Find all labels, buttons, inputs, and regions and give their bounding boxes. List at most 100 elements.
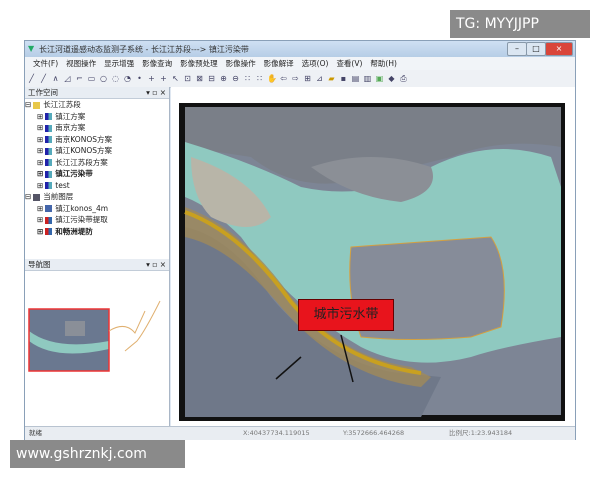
ellipse-tool-icon[interactable]: ◌ <box>111 74 120 83</box>
tree-item-scheme[interactable]: ⊞ 镇江KONOS方案 <box>37 145 169 157</box>
navigator-title: 导航图 <box>28 260 51 269</box>
fixed-zoom-in-icon[interactable]: ∷ <box>243 74 252 83</box>
copy-icon[interactable]: ▥ <box>363 74 372 83</box>
tree-label: 南京KONOS方案 <box>55 134 112 144</box>
layers-icon <box>33 193 41 201</box>
arc-tool-icon[interactable]: ◔ <box>123 74 132 83</box>
tree-label: 长江江苏段方案 <box>55 157 108 167</box>
layer-icon[interactable]: ◆ <box>387 74 396 83</box>
tree-item-scheme[interactable]: ⊞ 长江江苏段方案 <box>37 157 169 169</box>
workspace-panel: 工作空间 ▾ ▫ × ⊟ 长江江苏段 ⊞ 镇江方案 ⊞ 南京方案 ⊞ 南京KONOS方案 … <box>25 87 170 259</box>
map-view[interactable]: 城市污水带 <box>171 87 575 426</box>
tree-root[interactable]: ⊟ 长江江苏段 <box>25 99 169 111</box>
workspace-header: 工作空间 ▾ ▫ × <box>25 87 169 99</box>
tree-layers-root[interactable]: ⊟ 当前图层 <box>25 191 169 203</box>
close-button[interactable]: × <box>545 42 573 56</box>
scheme-icon <box>45 113 53 120</box>
y-coordinate: Y:3572666.464268 <box>343 429 405 437</box>
tree-label: 长江江苏段 <box>43 100 81 109</box>
tree-label: 当前图层 <box>43 192 74 201</box>
x-coordinate: X:40437734.119015 <box>243 429 310 437</box>
print-icon[interactable]: ⎙ <box>399 74 408 83</box>
raster-icon <box>45 205 53 212</box>
window-title: 长江河道遥感动态监测子系统 - 长江江苏段---> 镇江污染带 <box>39 45 249 54</box>
tree-label: 镇江污染带提取 <box>55 215 108 224</box>
zoom-in-icon[interactable]: ⊕ <box>219 74 228 83</box>
menu-enhance[interactable]: 显示增强 <box>104 57 134 70</box>
workspace-title: 工作空间 <box>28 88 58 97</box>
menu-file[interactable]: 文件(F) <box>33 57 58 70</box>
menu-interpret[interactable]: 影像解译 <box>264 57 294 70</box>
title-bar: ▼ 长江河道遥感动态监测子系统 - 长江江苏段---> 镇江污染带 – □ × <box>25 41 575 57</box>
polyline-tool-icon[interactable]: ╱ <box>39 74 48 83</box>
save-icon[interactable]: ▪ <box>339 74 348 83</box>
line-tool-icon[interactable]: ╱ <box>27 74 36 83</box>
identify-icon[interactable]: ⊞ <box>303 74 312 83</box>
pollution-annotation-label: 城市污水带 <box>298 299 394 331</box>
tree-item-scheme[interactable]: ⊞ 南京KONOS方案 <box>37 134 169 146</box>
zoom-out-icon[interactable]: ⊖ <box>231 74 240 83</box>
tree-label: 镇江污染带 <box>55 169 93 178</box>
status-bar: 就绪 X:40437734.119015 Y:3572666.464268 比例… <box>25 426 575 440</box>
navigator-panel: 导航图 ▾ ▫ × <box>25 259 170 426</box>
measure-icon[interactable]: ⊿ <box>315 74 324 83</box>
app-icon: ▼ <box>28 44 35 53</box>
panel-controls[interactable]: ▾ ▫ × <box>146 259 166 270</box>
fit-icon[interactable]: ⊠ <box>195 74 204 83</box>
scale-readout: 比例尺:1:23.943184 <box>449 429 513 437</box>
back-icon[interactable]: ⇦ <box>279 74 288 83</box>
vector-icon <box>45 216 53 224</box>
open-icon[interactable]: ▰ <box>327 74 336 83</box>
menu-view[interactable]: 查看(V) <box>336 57 362 70</box>
scheme-icon <box>45 136 53 143</box>
pan-icon[interactable]: ✋ <box>267 74 277 83</box>
fixed-zoom-out-icon[interactable]: ∷ <box>255 74 264 83</box>
tree-item-scheme[interactable]: ⊞ 南京方案 <box>37 122 169 134</box>
maximize-button[interactable]: □ <box>526 42 546 56</box>
curve-tool-icon[interactable]: ∧ <box>51 74 60 83</box>
circle-tool-icon[interactable]: ○ <box>99 74 108 83</box>
satellite-image[interactable] <box>171 87 575 426</box>
add-point-icon[interactable]: + <box>147 74 156 83</box>
tree-label: 和畅洲堤防 <box>55 226 93 236</box>
status-text: 就绪 <box>29 429 42 437</box>
menu-options[interactable]: 选项(O) <box>302 57 329 70</box>
full-extent-icon[interactable]: ⊡ <box>183 74 192 83</box>
tree-label: 镇江konos_4m <box>55 203 109 213</box>
watermark-bottom: www.gshrznkj.com <box>10 440 185 468</box>
image-icon[interactable]: ▣ <box>375 74 384 83</box>
minimize-button[interactable]: – <box>507 42 527 56</box>
menu-preprocess[interactable]: 影像预处理 <box>180 57 218 70</box>
select-icon[interactable]: ↖ <box>171 74 180 83</box>
freehand-tool-icon[interactable]: ⌐ <box>75 74 84 83</box>
vector-icon <box>45 228 53 235</box>
tree-item-scheme[interactable]: ⊞ 镇江污染带 <box>37 168 169 180</box>
polygon-tool-icon[interactable]: ◿ <box>63 74 72 83</box>
actual-size-icon[interactable]: ⊟ <box>207 74 216 83</box>
rect-tool-icon[interactable]: ▭ <box>87 74 96 83</box>
folder-icon <box>33 101 41 109</box>
panel-controls[interactable]: ▾ ▫ × <box>146 87 166 98</box>
menu-help[interactable]: 帮助(H) <box>370 57 397 70</box>
scheme-icon <box>45 147 53 155</box>
scheme-icon <box>45 124 53 132</box>
menu-bar: 文件(F) 视图操作 显示增强 影像查询 影像预处理 影像操作 影像解译 选项(O) 查看(V)… <box>25 57 575 70</box>
move-point-icon[interactable]: + <box>159 74 168 83</box>
tree-label: 镇江方案 <box>55 111 86 121</box>
tree-label: 南京方案 <box>55 123 86 132</box>
export-icon[interactable]: ▤ <box>351 74 360 83</box>
watermark-top: TG: MYYJJPP <box>450 10 590 38</box>
tree-item-layer[interactable]: ⊞ 镇江konos_4m <box>37 203 169 215</box>
menu-image-ops[interactable]: 影像操作 <box>226 57 256 70</box>
tree-label: 镇江KONOS方案 <box>55 146 112 155</box>
tree-item-layer[interactable]: ⊞ 镇江污染带提取 <box>37 214 169 226</box>
tree-item-scheme[interactable]: ⊞ test <box>37 180 169 192</box>
navigator-overview[interactable] <box>25 271 168 426</box>
tree-item-layer[interactable]: ⊞ 和畅洲堤防 <box>37 226 169 238</box>
toolbar: ╱ ╱ ∧ ◿ ⌐ ▭ ○ ◌ ◔ • + + ↖ ⊡ ⊠ ⊟ ⊕ ⊖ ∷ ∷ ✋ ⇦ ⇨ ⊞ ⊿ ▰ ▪ ▤ ▥ ▣ ◆ ⎙ <box>25 70 575 88</box>
forward-icon[interactable]: ⇨ <box>291 74 300 83</box>
menu-view-ops[interactable]: 视图操作 <box>66 57 96 70</box>
tree-item-scheme[interactable]: ⊞ 镇江方案 <box>37 111 169 123</box>
point-tool-icon[interactable]: • <box>135 74 144 83</box>
menu-query[interactable]: 影像查询 <box>142 57 172 70</box>
